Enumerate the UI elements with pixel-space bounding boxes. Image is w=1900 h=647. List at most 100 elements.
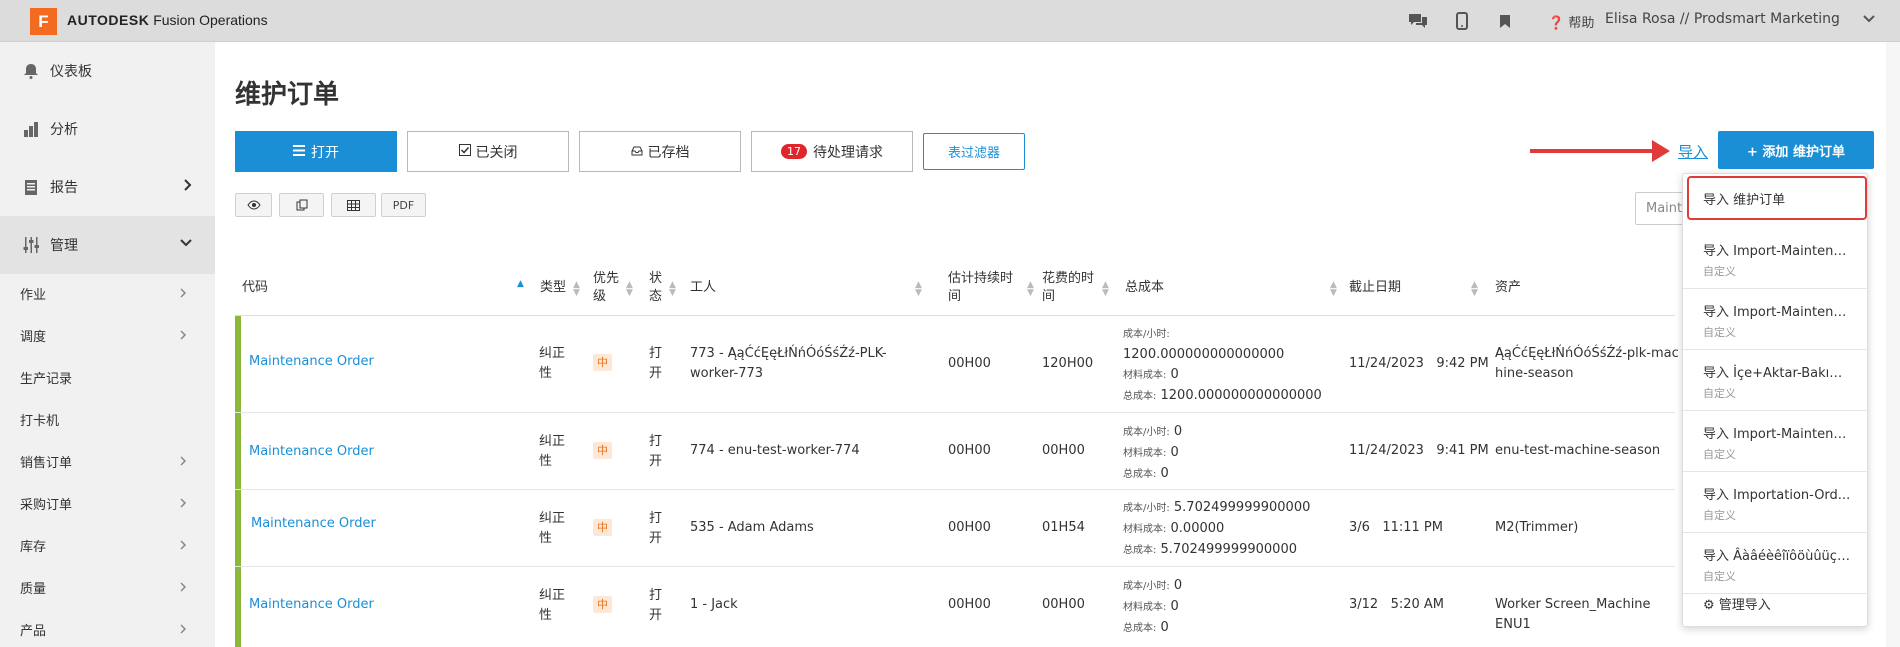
time-spent: 00H00: [1042, 597, 1085, 612]
cost-breakdown: 成本/小时: 0 材料成本: 0 总成本: 0: [1123, 578, 1183, 635]
table-row[interactable]: Maintenance Order 纠正性 中 打开 774 - enu-tes…: [235, 413, 1675, 490]
gears-icon: ⚙: [1703, 598, 1715, 613]
sidebar-item-sales-orders[interactable]: 销售订单: [0, 440, 215, 482]
bell-icon: [20, 60, 42, 82]
due-date: 11/24/2023 9:42 PM: [1349, 356, 1489, 371]
order-code-link[interactable]: Maintenance Order: [251, 514, 376, 534]
list-icon: [293, 144, 305, 160]
import-dropdown-menu: 导入 维护订单 导入 Import-Maintena... 自定义 导入 Imp…: [1682, 173, 1869, 627]
sort-icon[interactable]: ▲ ▼: [1471, 281, 1478, 298]
table-row[interactable]: Maintenance Order 纠正性 中 打开 1 - Jack 00H0…: [235, 567, 1675, 647]
table-filter-button[interactable]: 表过滤器: [923, 133, 1025, 170]
sort-icon[interactable]: ▲ ▼: [1330, 281, 1337, 298]
sidebar-item-time-clock[interactable]: 打卡机: [0, 398, 215, 440]
order-status: 打开: [649, 511, 663, 546]
sort-icon[interactable]: ▲ ▼: [573, 281, 580, 298]
copy-icon[interactable]: [279, 193, 324, 217]
sidebar: 仪表板 分析 报告 管理 作业 调度 生产记录 打卡机 销售订单 采购订单 库存…: [0, 42, 215, 647]
sidebar-item-jobs[interactable]: 作业: [0, 272, 215, 314]
asset-name: M2(Trimmer): [1495, 520, 1579, 535]
brand-name: AUTODESK Fusion Operations: [67, 12, 268, 28]
estimated-duration: 00H00: [948, 597, 991, 612]
table-row[interactable]: Maintenance Order 纠正性 中 打开 535 - Adam Ad…: [235, 490, 1675, 567]
import-maintenance-order-item[interactable]: 导入 维护订单: [1687, 176, 1867, 220]
chevron-right-icon: [179, 581, 187, 596]
chevron-down-icon[interactable]: [1862, 12, 1876, 30]
import-template-item[interactable]: 导入 Import-Maintena... 自定义: [1683, 228, 1869, 289]
sidebar-item-inventory[interactable]: 库存: [0, 524, 215, 566]
import-template-item[interactable]: 导入 Import-Maintena... 自定义: [1683, 411, 1869, 472]
user-menu[interactable]: Elisa Rosa // Prodsmart Marketing: [1605, 11, 1840, 27]
chevron-right-icon: [179, 455, 187, 470]
sort-icon[interactable]: ▲ ▼: [626, 281, 633, 298]
chat-icon[interactable]: [1407, 10, 1429, 32]
sort-icon[interactable]: ▲ ▼: [1027, 281, 1034, 298]
sort-icon[interactable]: ▲ ▼: [1102, 281, 1109, 298]
sort-icon[interactable]: ▲ ▼: [915, 281, 922, 298]
sidebar-item-scheduling[interactable]: 调度: [0, 314, 215, 356]
header-time-spent[interactable]: 花费的时间: [1042, 270, 1100, 306]
manage-imports-item[interactable]: ⚙ 管理导入: [1703, 594, 1771, 613]
time-spent: 00H00: [1042, 443, 1085, 458]
header-code[interactable]: 代码: [242, 279, 268, 297]
tab-open[interactable]: 打开: [235, 131, 397, 172]
annotation-arrow-head: [1652, 140, 1670, 162]
sliders-icon: [20, 234, 42, 256]
import-template-item[interactable]: 导入 Âàâéèêîïôöùûüçœ... 自定义: [1683, 533, 1869, 594]
header-status[interactable]: 状态: [649, 270, 665, 306]
tab-closed[interactable]: 已关闭: [407, 131, 569, 172]
bookmark-icon[interactable]: [1494, 10, 1516, 32]
sidebar-item-management[interactable]: 管理: [0, 216, 215, 274]
sort-icon[interactable]: ▲ ▼: [669, 281, 676, 298]
priority-badge: 中: [593, 519, 612, 536]
order-code-link[interactable]: Maintenance Order: [249, 352, 374, 372]
header-asset[interactable]: 资产: [1495, 279, 1521, 297]
header-total-cost[interactable]: 总成本: [1125, 279, 1164, 297]
header-due-date[interactable]: 截止日期: [1349, 279, 1401, 297]
pdf-export-button[interactable]: PDF: [381, 193, 426, 217]
order-type: 纠正性: [539, 346, 566, 381]
sidebar-item-products[interactable]: 产品: [0, 608, 215, 647]
sidebar-item-purchase-orders[interactable]: 采购订单: [0, 482, 215, 524]
estimated-duration: 00H00: [948, 520, 991, 535]
import-template-item[interactable]: 导入 İçe+Aktar-Bakım... 自定义: [1683, 350, 1869, 411]
mobile-icon[interactable]: [1451, 10, 1473, 32]
order-code-link[interactable]: Maintenance Order: [249, 442, 374, 462]
tab-archived[interactable]: 已存档: [579, 131, 741, 172]
fusion-logo[interactable]: F: [30, 8, 57, 35]
cost-breakdown: 成本/小时: 1200.000000000000000 材料成本: 0 总成本:…: [1123, 329, 1322, 403]
sidebar-item-quality[interactable]: 质量: [0, 566, 215, 608]
sort-asc-icon[interactable]: ▲: [517, 280, 524, 289]
add-maintenance-order-button[interactable]: + 添加 维护订单: [1718, 131, 1874, 169]
sidebar-item-analytics[interactable]: 分析: [0, 100, 215, 158]
top-bar: F AUTODESK Fusion Operations ❓ 帮助 Elisa …: [0, 0, 1900, 42]
estimated-duration: 00H00: [948, 443, 991, 458]
scrollbar[interactable]: [1886, 42, 1900, 647]
eye-icon[interactable]: [235, 193, 272, 217]
import-template-item[interactable]: 导入 Import-Maintena... 自定义: [1683, 289, 1869, 350]
chevron-right-icon: [179, 623, 187, 638]
chevron-down-icon: [179, 236, 193, 252]
table-row[interactable]: Maintenance Order 纠正性 中 打开 773 - ĄąĆćĘęŁ…: [235, 316, 1679, 413]
header-type[interactable]: 类型: [540, 279, 566, 297]
tab-pending-requests[interactable]: 17 待处理请求: [751, 131, 913, 172]
document-icon: [20, 176, 42, 198]
table-icon[interactable]: [331, 193, 376, 217]
time-spent: 120H00: [1042, 356, 1094, 371]
order-code-link[interactable]: Maintenance Order: [249, 595, 374, 615]
order-status: 打开: [649, 588, 663, 623]
header-estimated-duration[interactable]: 估计持续时间: [948, 270, 1018, 306]
header-worker[interactable]: 工人: [690, 279, 716, 297]
import-template-item[interactable]: 导入 Importation-Ord... 自定义: [1683, 472, 1869, 533]
order-type: 纠正性: [539, 511, 566, 546]
header-priority[interactable]: 优先级: [593, 270, 623, 306]
sidebar-item-production-records[interactable]: 生产记录: [0, 356, 215, 398]
row-status-bar: [235, 490, 241, 566]
priority-badge: 中: [593, 442, 612, 459]
import-link[interactable]: 导入: [1678, 141, 1708, 162]
page-title: 维护订单: [235, 80, 340, 110]
help-link[interactable]: ❓ 帮助: [1548, 12, 1594, 31]
sidebar-item-dashboard[interactable]: 仪表板: [0, 42, 215, 100]
worker-name: 535 - Adam Adams: [690, 520, 814, 535]
sidebar-item-reports[interactable]: 报告: [0, 158, 215, 216]
